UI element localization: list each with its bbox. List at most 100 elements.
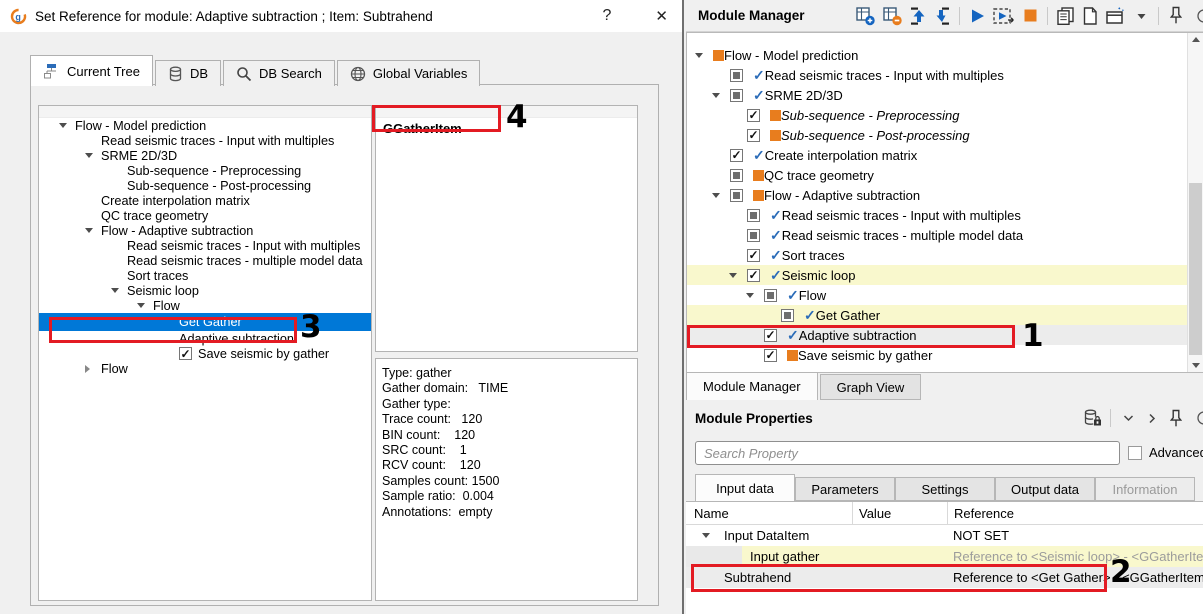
- tree-icon: [43, 63, 60, 79]
- tree-item-srme-2d-3d[interactable]: SRME 2D/3D: [39, 148, 371, 163]
- tree-item-flow[interactable]: Flow: [39, 361, 371, 376]
- remove-module-button[interactable]: [882, 4, 903, 28]
- column-value[interactable]: Value: [853, 502, 948, 524]
- tree-item-read-seismic-traces-multiple-model-data[interactable]: Read seismic traces - multiple model dat…: [39, 253, 371, 268]
- collapse-icon[interactable]: [85, 153, 93, 158]
- search-property-field[interactable]: [695, 441, 1120, 465]
- move-up-button[interactable]: [909, 4, 927, 28]
- module-manager-tab-bar: Module Manager Graph View: [686, 373, 923, 400]
- module-checkbox[interactable]: [730, 69, 743, 82]
- module-row-flow-adaptive-subtraction[interactable]: Flow - Adaptive subtraction: [687, 185, 1202, 205]
- tab-output-data[interactable]: Output data: [995, 477, 1095, 501]
- advanced-checkbox[interactable]: [1128, 446, 1142, 460]
- database-lock-button[interactable]: [1083, 406, 1102, 430]
- module-row-get-gather[interactable]: ✓Get Gather: [687, 305, 1202, 325]
- module-checkbox[interactable]: [747, 229, 760, 242]
- add-module-button[interactable]: [855, 4, 876, 28]
- module-row-qc-trace-geometry[interactable]: QC trace geometry: [687, 165, 1202, 185]
- collapse-icon[interactable]: [712, 93, 720, 98]
- pin-button[interactable]: [1167, 4, 1185, 28]
- tab-settings[interactable]: Settings: [895, 477, 995, 501]
- module-row-sort-traces[interactable]: ✓Sort traces: [687, 245, 1202, 265]
- tab-current-tree[interactable]: Current Tree: [30, 55, 153, 86]
- tree-item-flow-adaptive-subtraction[interactable]: Flow - Adaptive subtraction: [39, 223, 371, 238]
- scroll-down-icon[interactable]: [1192, 363, 1200, 368]
- collapse-icon[interactable]: [111, 288, 119, 293]
- module-checkbox[interactable]: [747, 109, 760, 122]
- scrollbar-thumb[interactable]: [1189, 183, 1202, 355]
- module-checkbox[interactable]: [747, 129, 760, 142]
- new-window-button[interactable]: [1105, 4, 1126, 28]
- module-checkbox[interactable]: [747, 209, 760, 222]
- expand-icon[interactable]: [702, 533, 710, 538]
- tab-input-data[interactable]: Input data: [695, 474, 795, 501]
- search-property-input[interactable]: [695, 441, 1120, 465]
- chevron-right-button[interactable]: [1143, 406, 1161, 430]
- module-checkbox[interactable]: [730, 189, 743, 202]
- tree-item-sort-traces[interactable]: Sort traces: [39, 268, 371, 283]
- tree-item-save-seismic-by-gather[interactable]: Save seismic by gather: [39, 346, 371, 361]
- module-checkbox[interactable]: [730, 149, 743, 162]
- stop-button[interactable]: [1021, 4, 1039, 28]
- module-row-read-seismic-traces-input-with-multiples[interactable]: ✓Read seismic traces - Input with multip…: [687, 65, 1202, 85]
- chevron-down-button[interactable]: [1119, 406, 1137, 430]
- tab-graph-view[interactable]: Graph View: [820, 374, 922, 400]
- collapse-icon[interactable]: [137, 303, 145, 308]
- run-button[interactable]: [968, 4, 986, 28]
- run-in-flow-button[interactable]: [992, 4, 1015, 28]
- module-row-srme-2d-3d[interactable]: ✓SRME 2D/3D: [687, 85, 1202, 105]
- module-row-create-interpolation-matrix[interactable]: ✓Create interpolation matrix: [687, 145, 1202, 165]
- tree-item-create-interpolation-matrix[interactable]: Create interpolation matrix: [39, 193, 371, 208]
- tree-scrollbar[interactable]: [1187, 33, 1203, 372]
- module-checkbox[interactable]: [781, 309, 794, 322]
- tab-db[interactable]: DB: [155, 60, 221, 86]
- tree-item-read-seismic-traces-input-with-multiples[interactable]: Read seismic traces - Input with multipl…: [39, 238, 371, 253]
- property-line: Gather type:: [382, 397, 631, 412]
- new-document-button[interactable]: [1081, 4, 1099, 28]
- module-row-flow[interactable]: ✓Flow: [687, 285, 1202, 305]
- checkbox[interactable]: [179, 347, 192, 360]
- module-row-save-seismic-by-gather[interactable]: Save seismic by gather: [687, 345, 1202, 365]
- dropdown-arrow-button[interactable]: [1132, 4, 1150, 28]
- tree-item-qc-trace-geometry[interactable]: QC trace geometry: [39, 208, 371, 223]
- module-row-sub-sequence-preprocessing[interactable]: Sub-sequence - Preprocessing: [687, 105, 1202, 125]
- module-checkbox[interactable]: [730, 169, 743, 182]
- table-row-input-dataitem[interactable]: Input DataItem NOT SET: [686, 525, 1203, 546]
- tab-module-manager[interactable]: Module Manager: [686, 372, 818, 400]
- column-name[interactable]: Name: [686, 502, 853, 524]
- collapse-icon[interactable]: [712, 193, 720, 198]
- flow-module-icon: [787, 350, 798, 361]
- tree-item-read-seismic-traces-input-with-multiples[interactable]: Read seismic traces - Input with multipl…: [39, 133, 371, 148]
- pin-button[interactable]: [1167, 406, 1185, 430]
- move-down-button[interactable]: [933, 4, 951, 28]
- module-checkbox[interactable]: [747, 269, 760, 282]
- module-row-flow-model-prediction[interactable]: Flow - Model prediction: [687, 45, 1202, 65]
- collapse-icon[interactable]: [59, 123, 67, 128]
- tab-db-search[interactable]: DB Search: [223, 60, 335, 86]
- collapse-icon[interactable]: [746, 293, 754, 298]
- tab-parameters[interactable]: Parameters: [795, 477, 895, 501]
- help-button[interactable]: ?: [603, 7, 612, 25]
- close-button[interactable]: ✕: [655, 7, 668, 25]
- column-reference[interactable]: Reference: [948, 502, 1203, 524]
- tree-item-sub-sequence-post-processing[interactable]: Sub-sequence - Post-processing: [39, 178, 371, 193]
- module-checkbox[interactable]: [730, 89, 743, 102]
- module-row-sub-sequence-post-processing[interactable]: Sub-sequence - Post-processing: [687, 125, 1202, 145]
- collapse-icon[interactable]: [695, 53, 703, 58]
- module-row-seismic-loop[interactable]: ✓Seismic loop: [687, 265, 1202, 285]
- module-checkbox[interactable]: [747, 249, 760, 262]
- module-row-read-seismic-traces-multiple-model-data[interactable]: ✓Read seismic traces - multiple model da…: [687, 225, 1202, 245]
- collapse-icon[interactable]: [729, 273, 737, 278]
- tree-item-seismic-loop[interactable]: Seismic loop: [39, 283, 371, 298]
- module-row-read-seismic-traces-input-with-multiples[interactable]: ✓Read seismic traces - Input with multip…: [687, 205, 1202, 225]
- tree-item-flow-model-prediction[interactable]: Flow - Model prediction: [39, 118, 371, 133]
- expand-icon[interactable]: [85, 365, 90, 373]
- module-checkbox[interactable]: [764, 289, 777, 302]
- tree-item-sub-sequence-preprocessing[interactable]: Sub-sequence - Preprocessing: [39, 163, 371, 178]
- scroll-up-icon[interactable]: [1192, 37, 1200, 42]
- collapse-icon[interactable]: [85, 228, 93, 233]
- module-checkbox[interactable]: [764, 349, 777, 362]
- flow-module-icon: [770, 110, 781, 121]
- copy-button[interactable]: [1056, 4, 1075, 28]
- tab-global-variables[interactable]: Global Variables: [337, 60, 480, 86]
